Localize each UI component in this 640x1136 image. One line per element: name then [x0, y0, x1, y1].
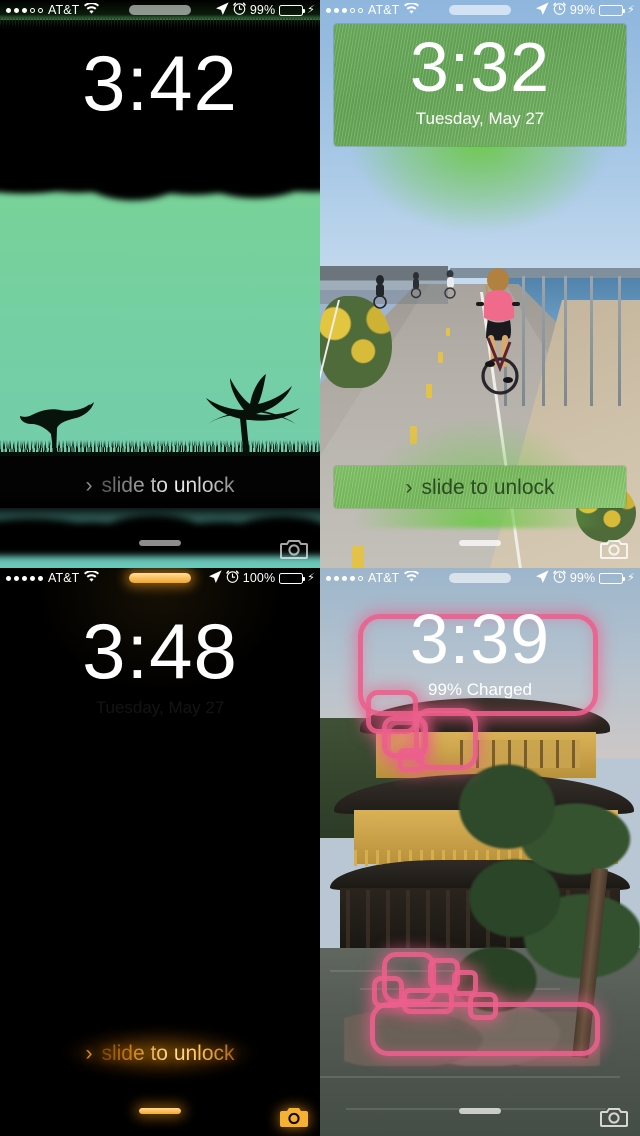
neon-box-notch [468, 992, 498, 1020]
charging-bolt-icon: ⚡ [307, 571, 315, 584]
clock-time: 3:48 [82, 607, 238, 695]
location-arrow-icon [535, 570, 549, 586]
status-bar-right: 99% ⚡ [215, 2, 320, 18]
alarm-clock-icon [233, 2, 246, 18]
clock-block: 3:48 Tuesday, May 27 [0, 612, 320, 718]
signal-dots [6, 575, 43, 581]
alarm-clock-icon [225, 570, 239, 586]
status-bar-left: AT&T [0, 2, 100, 17]
clock-time: 3:39 [409, 600, 551, 678]
battery-icon [279, 4, 306, 16]
battery-percent-label: 99% [249, 3, 276, 17]
slide-to-unlock-label: slide to unlock [421, 476, 555, 499]
location-arrow-icon [215, 2, 229, 18]
home-grabber-bar[interactable] [139, 540, 181, 546]
battery-percent-label: 99% [569, 571, 596, 585]
charging-status-label: 99% Charged [428, 680, 532, 699]
status-bar: AT&T 99% ⚡ [320, 568, 640, 588]
status-bar-right: 100% ⚡ [208, 570, 320, 586]
water-streak [320, 1076, 620, 1078]
clock-block: 3:39 99% Charged [320, 604, 640, 700]
carrier-label: AT&T [368, 3, 400, 17]
location-arrow-icon [535, 2, 549, 18]
green-glow-top [330, 140, 630, 270]
signal-dots [326, 575, 363, 581]
battery-icon [599, 572, 626, 584]
battery-icon [599, 4, 626, 16]
chevron-right-icon: › [405, 476, 413, 499]
status-bar-center-pill [449, 5, 511, 15]
charging-bolt-icon: ⚡ [307, 3, 315, 16]
slide-to-unlock-label: slide to unlock [101, 1042, 235, 1065]
status-bar-left: AT&T [0, 570, 100, 585]
home-grabber-bar[interactable] [139, 1108, 181, 1114]
carrier-label: AT&T [368, 571, 400, 585]
camera-icon[interactable] [600, 538, 628, 560]
carrier-label: AT&T [48, 3, 80, 17]
alarm-clock-icon [553, 570, 566, 586]
signal-dots [326, 7, 363, 13]
status-bar: AT&T 99% ⚡ [0, 0, 320, 20]
clock-date: Tuesday, May 27 [95, 130, 225, 149]
slide-to-unlock-label: slide to unlock [101, 474, 235, 497]
lockscreen-panel-top-left: AT&T 99% ⚡ 3:42 Tuesday, May 27 › slide … [0, 0, 320, 568]
status-bar-center-pill [129, 573, 191, 583]
battery-icon [279, 572, 306, 584]
location-arrow-icon [208, 570, 222, 586]
alarm-clock-icon [553, 2, 566, 18]
status-bar-right: 99% ⚡ [535, 2, 640, 18]
clock-date: Tuesday, May 27 [415, 109, 545, 128]
camera-icon[interactable] [600, 1106, 628, 1128]
chevron-right-icon: › [85, 1042, 93, 1065]
lockscreen-panel-bottom-right: AT&T 99% ⚡ 3:39 99% Charged [320, 568, 640, 1136]
status-bar: AT&T 100% ⚡ [0, 568, 320, 588]
clock-time: 3:42 [82, 39, 238, 127]
status-bar-left: AT&T [320, 570, 420, 585]
battery-percent-label: 100% [242, 571, 276, 585]
wallpaper-distant-riders [373, 270, 456, 309]
status-bar: AT&T 99% ⚡ [320, 0, 640, 20]
camera-icon[interactable] [280, 538, 308, 560]
status-bar-left: AT&T [320, 2, 420, 17]
clock-date: Tuesday, May 27 [95, 698, 225, 717]
home-grabber-bar[interactable] [459, 1108, 501, 1114]
lockscreen-panel-top-right: AT&T 99% ⚡ 3:32 Tuesday, May 27 › slide … [320, 0, 640, 568]
status-bar-center-pill [449, 573, 511, 583]
status-bar-right: 99% ⚡ [535, 570, 640, 586]
wifi-icon [404, 570, 420, 585]
status-bar-center-pill [129, 5, 191, 15]
charging-bolt-icon: ⚡ [627, 3, 635, 16]
slide-to-unlock[interactable]: › slide to unlock [320, 476, 640, 500]
battery-percent-label: 99% [569, 3, 596, 17]
wifi-icon [404, 2, 420, 17]
carrier-label: AT&T [48, 571, 80, 585]
chevron-right-icon: › [405, 1044, 412, 1068]
wifi-icon [84, 570, 100, 585]
clock-block: 3:32 Tuesday, May 27 [320, 32, 640, 129]
cloud-edge-top [0, 150, 320, 220]
clock-time: 3:32 [409, 28, 551, 106]
camera-icon[interactable] [280, 1106, 308, 1128]
chevron-right-icon: › [85, 474, 93, 497]
lockscreen-grid: AT&T 99% ⚡ 3:42 Tuesday, May 27 › slide … [0, 0, 640, 1136]
slide-to-unlock[interactable]: › slide to unlock [0, 1042, 320, 1066]
neon-box-tiny-a [398, 748, 424, 772]
slide-to-unlock-label: slide to unlock [421, 1044, 554, 1068]
cloud-edge-bottom [0, 500, 320, 556]
home-grabber-bar[interactable] [459, 540, 501, 546]
slide-to-unlock[interactable]: › slide to unlock [0, 474, 320, 498]
signal-dots [6, 7, 43, 13]
clock-block: 3:42 Tuesday, May 27 [0, 44, 320, 150]
wallpaper-pine-trees [450, 758, 640, 1028]
wifi-icon [84, 2, 100, 17]
charging-bolt-icon: ⚡ [627, 571, 635, 584]
lockscreen-panel-bottom-left: AT&T 100% ⚡ 3:48 Tuesday, May 27 › slide… [0, 568, 320, 1136]
